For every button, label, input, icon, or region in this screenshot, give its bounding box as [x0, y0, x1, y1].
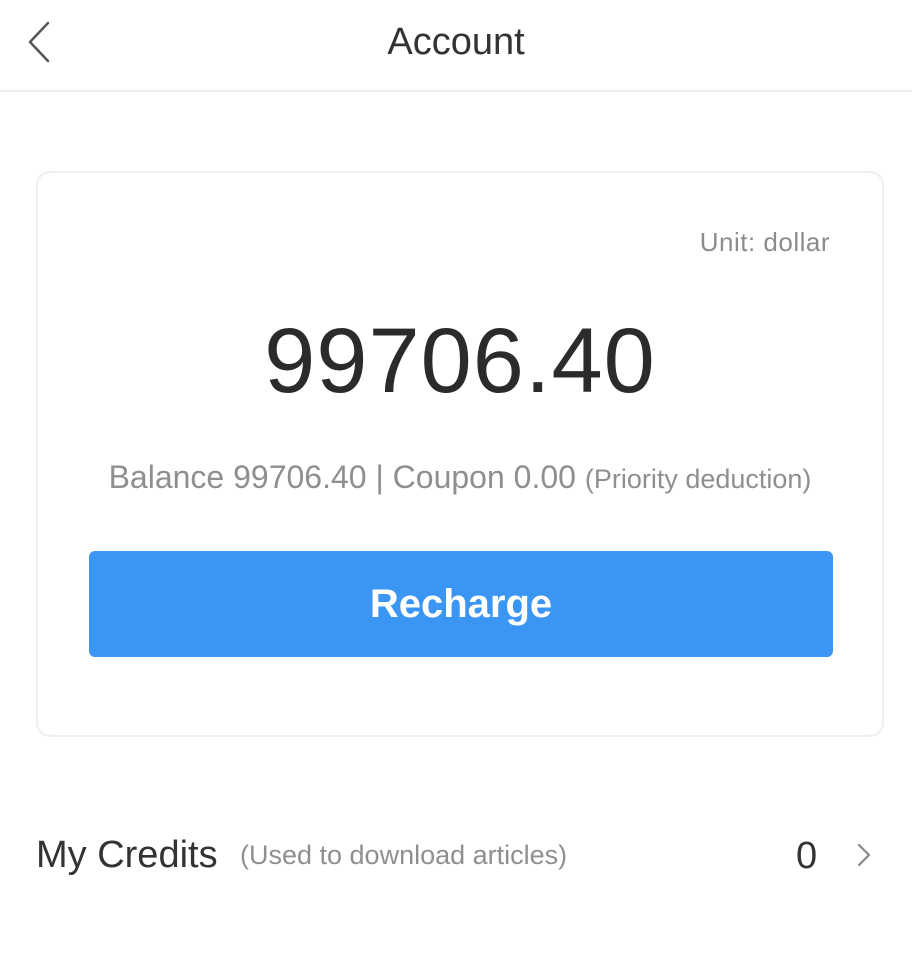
credits-value: 0 — [796, 835, 818, 877]
priority-deduction-note: (Priority deduction) — [584, 464, 812, 494]
page-title: Account — [387, 21, 525, 63]
chevron-right-icon — [857, 843, 871, 867]
unit-label: Unit: dollar — [699, 227, 830, 257]
balance-card: Unit: dollar 99706.40 Balance 99706.40 |… — [36, 171, 884, 737]
balance-summary: Balance 99706.40 | Coupon 0.00 (Priority… — [38, 459, 882, 496]
balance-amount: 99706.40 — [264, 310, 656, 412]
recharge-button[interactable]: Recharge — [89, 551, 833, 657]
balance-coupon-text: Balance 99706.40 | Coupon 0.00 — [108, 459, 585, 495]
top-navigation-bar: Account — [0, 0, 912, 92]
credits-note: (Used to download articles) — [240, 840, 568, 870]
account-screen: Account Unit: dollar 99706.40 Balance 99… — [0, 0, 912, 957]
my-credits-row[interactable]: My Credits (Used to download articles) 0 — [0, 810, 912, 900]
credits-label: My Credits — [36, 834, 218, 876]
